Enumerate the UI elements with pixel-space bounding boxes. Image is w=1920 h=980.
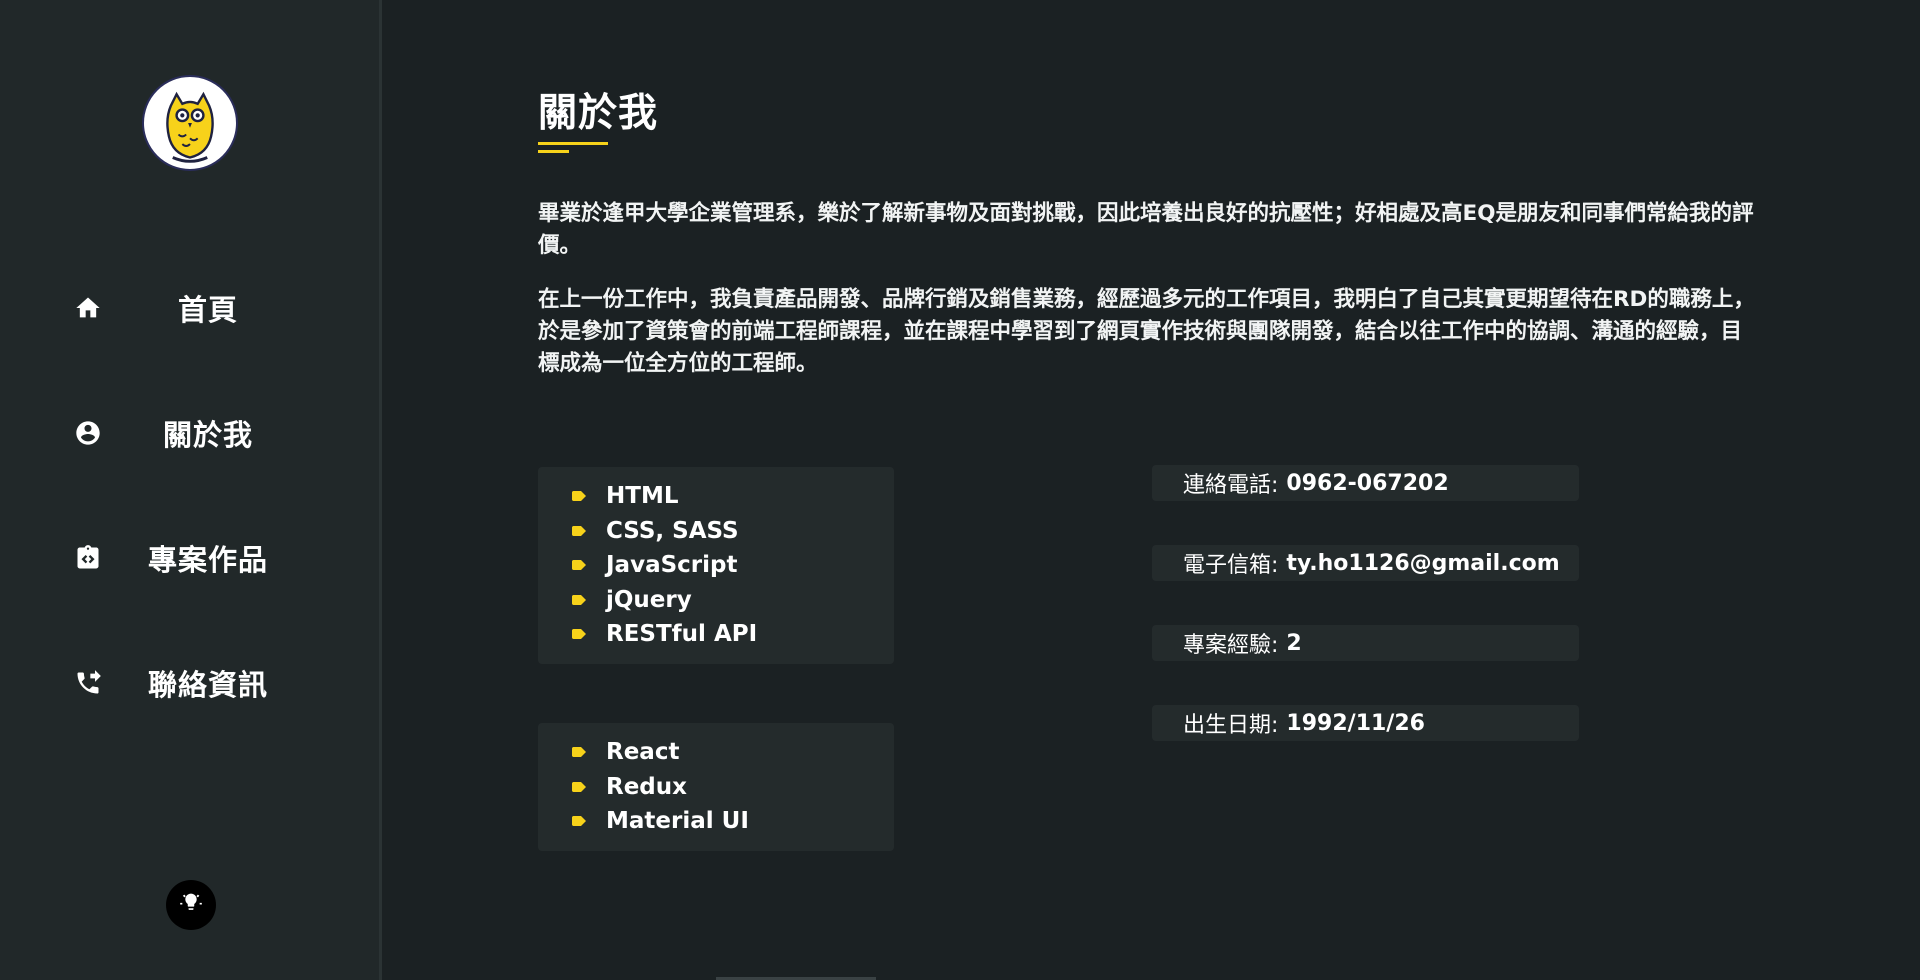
skill-item: RESTful API: [572, 617, 894, 652]
nav-label: 聯絡資訊: [147, 668, 268, 702]
nav-item-contact[interactable]: 聯絡資訊: [70, 643, 310, 723]
tag-bullet-icon: [572, 525, 586, 536]
info-key: 連絡電話:: [1183, 473, 1279, 498]
nav-item-about[interactable]: 關於我: [70, 393, 310, 473]
tag-bullet-icon: [572, 560, 586, 571]
info-key: 專案經驗:: [1183, 633, 1279, 658]
title-underline: [538, 142, 608, 145]
lightbulb-icon: [180, 893, 202, 910]
home-icon: [70, 290, 106, 326]
nav-item-projects[interactable]: 專案作品: [70, 518, 310, 598]
page-title: 關於我: [538, 91, 659, 136]
nav-label: 首頁: [177, 293, 238, 327]
skills-card-primary: HTML CSS, SASS JavaScript jQuery RESTful…: [538, 467, 894, 664]
skill-item: React: [572, 735, 894, 770]
account-circle-icon: [70, 415, 106, 451]
info-row-phone: 連絡電話: 0962-067202: [1152, 465, 1579, 501]
owl-logo-icon: [145, 78, 235, 168]
skill-item: JavaScript: [572, 548, 894, 583]
sidebar: 首頁 關於我 專案作品 聯絡資訊: [0, 0, 382, 980]
skill-item: Material UI: [572, 804, 894, 839]
phone-forward-icon: [70, 665, 106, 701]
nav-label: 專案作品: [147, 543, 268, 577]
info-row-birthday: 出生日期: 1992/11/26: [1152, 705, 1579, 741]
skill-item: jQuery: [572, 583, 894, 618]
title-underline-accent: [538, 150, 569, 153]
intro-paragraph: 畢業於逢甲大學企業管理系，樂於了解新事物及面對挑戰，因此培養出良好的抗壓性；好相…: [538, 201, 1754, 258]
intro-text: 畢業於逢甲大學企業管理系，樂於了解新事物及面對挑戰，因此培養出良好的抗壓性；好相…: [538, 198, 1758, 402]
skill-item: CSS, SASS: [572, 514, 894, 549]
skill-item: HTML: [572, 479, 894, 514]
info-value[interactable]: ty.ho1126@gmail.com: [1286, 551, 1559, 576]
skills-card-secondary: React Redux Material UI: [538, 723, 894, 851]
nav-item-home[interactable]: 首頁: [70, 268, 310, 348]
tag-bullet-icon: [572, 594, 586, 605]
info-key: 電子信箱:: [1183, 553, 1279, 578]
info-value: 2: [1286, 630, 1302, 656]
tag-bullet-icon: [572, 629, 586, 640]
code-clipboard-icon: [70, 540, 106, 576]
info-row-email: 電子信箱: ty.ho1126@gmail.com: [1152, 545, 1579, 581]
info-key: 出生日期:: [1183, 713, 1279, 738]
tag-bullet-icon: [572, 491, 586, 502]
avatar[interactable]: [142, 75, 238, 171]
intro-paragraph: 在上一份工作中，我負責產品開發、品牌行銷及銷售業務，經歷過多元的工作項目，我明白…: [538, 287, 1755, 376]
tag-bullet-icon: [572, 747, 586, 758]
skill-item: Redux: [572, 770, 894, 805]
page: 首頁 關於我 專案作品 聯絡資訊 關於我 畢業於逢甲大學企業管理系，樂於了解新事…: [0, 0, 1920, 980]
info-row-projects: 專案經驗: 2: [1152, 625, 1579, 661]
tag-bullet-icon: [572, 781, 586, 792]
info-value[interactable]: 0962-067202: [1286, 471, 1448, 496]
info-value: 1992/11/26: [1286, 710, 1425, 736]
nav-label: 關於我: [162, 418, 253, 452]
theme-toggle-button[interactable]: [166, 880, 216, 930]
tag-bullet-icon: [572, 816, 586, 827]
